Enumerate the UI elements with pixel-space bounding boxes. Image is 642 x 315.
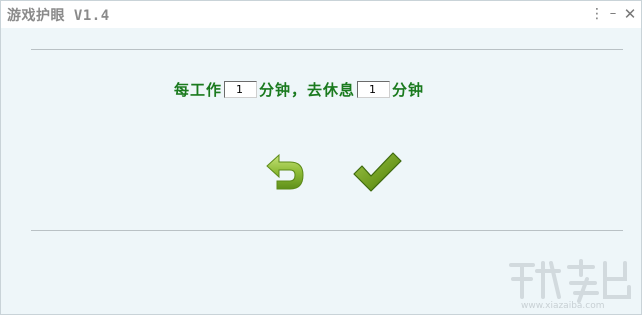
interval-settings: 每工作 分钟，去休息 分钟	[174, 78, 424, 100]
undo-arrow-icon	[266, 153, 304, 190]
checkmark-icon	[353, 152, 402, 192]
rest-minutes-input[interactable]	[357, 80, 391, 98]
close-icon[interactable]: ✕	[621, 4, 639, 24]
work-label: 每工作	[174, 80, 223, 99]
watermark-url: www.xiazaiba.com	[521, 301, 605, 311]
bottom-divider	[31, 230, 623, 231]
window-title: 游戏护眼 V1.4	[7, 8, 110, 24]
rest-suffix-label: 分钟	[392, 80, 425, 99]
back-button[interactable]	[263, 153, 307, 193]
app-window: 游戏护眼 V1.4 ⋮ – ✕ 每工作 分钟，去休息 分钟	[0, 0, 642, 315]
work-suffix-label: 分钟，去休息	[259, 80, 356, 99]
confirm-button[interactable]	[351, 150, 403, 194]
minimize-icon[interactable]: –	[604, 4, 622, 24]
title-bar[interactable]: 游戏护眼 V1.4 ⋮ – ✕	[1, 1, 641, 28]
work-minutes-input[interactable]	[224, 80, 258, 98]
top-divider	[31, 49, 623, 50]
